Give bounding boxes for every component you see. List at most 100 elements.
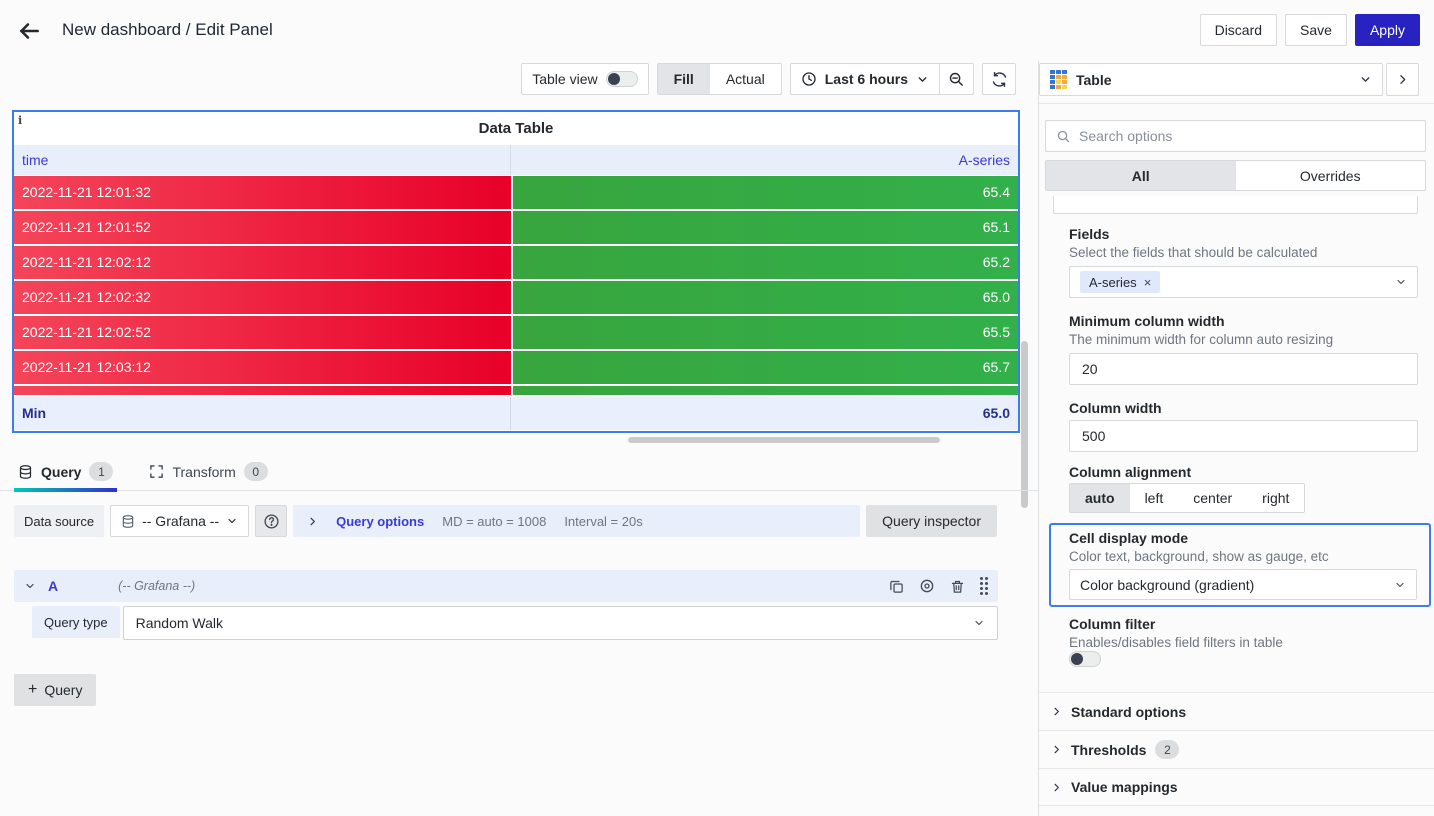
refresh-icon[interactable] (982, 63, 1016, 95)
col-filter-description: Enables/disables field filters in table (1069, 635, 1283, 650)
table-row: 2022-11-21 12:01:3265.4 (14, 176, 1018, 209)
table-body: 2022-11-21 12:01:3265.42022-11-21 12:01:… (14, 176, 1018, 384)
clipped-option-input[interactable] (1053, 196, 1418, 214)
visualization-picker[interactable]: Table (1039, 63, 1383, 96)
duplicate-icon[interactable] (889, 579, 904, 594)
chevron-right-icon (1051, 706, 1062, 717)
chevron-down-icon (226, 515, 238, 527)
min-col-width-description: The minimum width for column auto resizi… (1069, 332, 1333, 347)
panel-info-icon[interactable]: i (18, 114, 22, 127)
datasource-picker[interactable]: -- Grafana -- (110, 505, 249, 537)
align-auto-button[interactable]: auto (1070, 484, 1130, 512)
value-cell (513, 386, 1018, 395)
editor-tabs: Query 1 Transform 0 (0, 453, 1038, 491)
align-right-button[interactable]: right (1247, 484, 1304, 512)
tab-transform[interactable]: Transform 0 (145, 453, 271, 491)
time-cell: 2022-11-21 12:03:12 (14, 351, 511, 384)
back-arrow-icon[interactable] (16, 17, 44, 45)
table-view-control: Table view (521, 63, 648, 95)
query-type-label: Query type (32, 606, 120, 638)
datasource-row: Data source -- Grafana -- Query options … (14, 505, 997, 537)
section-label: Standard options (1071, 704, 1186, 720)
section-thresholds[interactable]: Thresholds 2 (1039, 730, 1434, 768)
section-label: Thresholds (1071, 742, 1146, 758)
query-type-select[interactable]: Random Walk (123, 606, 998, 640)
time-range-label: Last 6 hours (825, 71, 908, 87)
save-button[interactable]: Save (1285, 14, 1347, 46)
chevron-down-icon[interactable] (24, 580, 36, 592)
plus-icon: + (28, 681, 37, 699)
value-cell: 65.7 (513, 351, 1018, 384)
collapsed-sections: Standard options Thresholds 2 Value mapp… (1039, 692, 1434, 806)
fields-multiselect[interactable]: A-series × (1069, 266, 1418, 298)
col-width-input[interactable] (1069, 420, 1418, 452)
divider (1039, 103, 1434, 104)
tab-overrides[interactable]: Overrides (1236, 161, 1426, 190)
table-row: 2022-11-21 12:02:1265.2 (14, 246, 1018, 279)
add-query-button[interactable]: + Query (14, 674, 96, 706)
toggle-knob (608, 73, 620, 85)
remove-tag-icon[interactable]: × (1144, 275, 1152, 290)
apply-button[interactable]: Apply (1355, 14, 1420, 46)
footer-reducer-label: Min (14, 397, 511, 430)
table-panel[interactable]: i Data Table time A-series 2022-11-21 12… (12, 110, 1020, 433)
table-row-partial (14, 386, 1018, 395)
tab-all[interactable]: All (1046, 161, 1236, 190)
cell-display-mode-select[interactable]: Color background (gradient) (1069, 569, 1417, 600)
fill-button[interactable]: Fill (658, 64, 710, 94)
collapse-sidebar-icon[interactable] (1386, 63, 1419, 96)
zoom-out-icon[interactable] (939, 64, 973, 94)
chevron-right-icon (1051, 782, 1062, 793)
datasource-label: Data source (14, 505, 104, 537)
time-range-picker[interactable]: Last 6 hours (791, 64, 939, 94)
col-alignment-label: Column alignment (1069, 464, 1191, 480)
eye-icon[interactable] (919, 578, 935, 594)
table-row: 2022-11-21 12:01:5265.1 (14, 211, 1018, 244)
chevron-down-icon (1395, 276, 1407, 288)
drag-handle-icon[interactable] (980, 577, 988, 595)
column-header-a-series[interactable]: A-series (511, 145, 1018, 175)
horizontal-scrollbar[interactable] (628, 437, 940, 443)
clock-icon (801, 71, 817, 87)
time-cell (14, 386, 511, 395)
table-view-toggle[interactable] (606, 71, 638, 87)
tab-query[interactable]: Query 1 (14, 453, 117, 491)
align-left-button[interactable]: left (1130, 484, 1179, 512)
database-icon (121, 514, 135, 529)
help-icon[interactable] (255, 505, 287, 537)
query-row-header[interactable]: A (-- Grafana --) (14, 570, 998, 602)
value-cell: 65.4 (513, 176, 1018, 209)
align-center-button[interactable]: center (1178, 484, 1247, 512)
table-footer-row: Min 65.0 (14, 397, 1018, 430)
table-header-row: time A-series (14, 145, 1018, 175)
actual-button[interactable]: Actual (710, 64, 781, 94)
field-tag: A-series × (1080, 271, 1160, 293)
transform-icon (149, 464, 164, 479)
fields-description: Select the fields that should be calcula… (1069, 245, 1317, 260)
query-options-bar[interactable]: Query options MD = auto = 1008 Interval … (293, 505, 860, 537)
col-filter-toggle[interactable] (1069, 651, 1101, 667)
col-filter-label: Column filter (1069, 616, 1155, 632)
query-inspector-button[interactable]: Query inspector (866, 505, 997, 537)
query-ref-id: A (48, 578, 58, 594)
query-count-badge: 1 (89, 462, 113, 481)
chevron-right-icon (307, 516, 318, 527)
chevron-right-icon (1051, 744, 1062, 755)
value-cell: 65.2 (513, 246, 1018, 279)
min-col-width-input[interactable] (1069, 353, 1418, 385)
table-row: 2022-11-21 12:02:3265.0 (14, 281, 1018, 314)
visualization-name: Table (1076, 72, 1112, 88)
trash-icon[interactable] (950, 579, 965, 594)
section-value-mappings[interactable]: Value mappings (1039, 768, 1434, 806)
cell-display-mode-description: Color text, background, show as gauge, e… (1069, 549, 1329, 564)
toggle-knob (1071, 653, 1083, 665)
table-row: 2022-11-21 12:02:5265.5 (14, 316, 1018, 349)
time-cell: 2022-11-21 12:01:32 (14, 176, 511, 209)
section-standard-options[interactable]: Standard options (1039, 692, 1434, 730)
column-header-time[interactable]: time (14, 145, 511, 175)
chevron-down-icon (916, 73, 929, 86)
discard-button[interactable]: Discard (1200, 14, 1277, 46)
search-input[interactable] (1079, 128, 1415, 144)
transform-count-badge: 0 (244, 462, 268, 481)
fill-actual-group: Fill Actual (657, 63, 782, 95)
